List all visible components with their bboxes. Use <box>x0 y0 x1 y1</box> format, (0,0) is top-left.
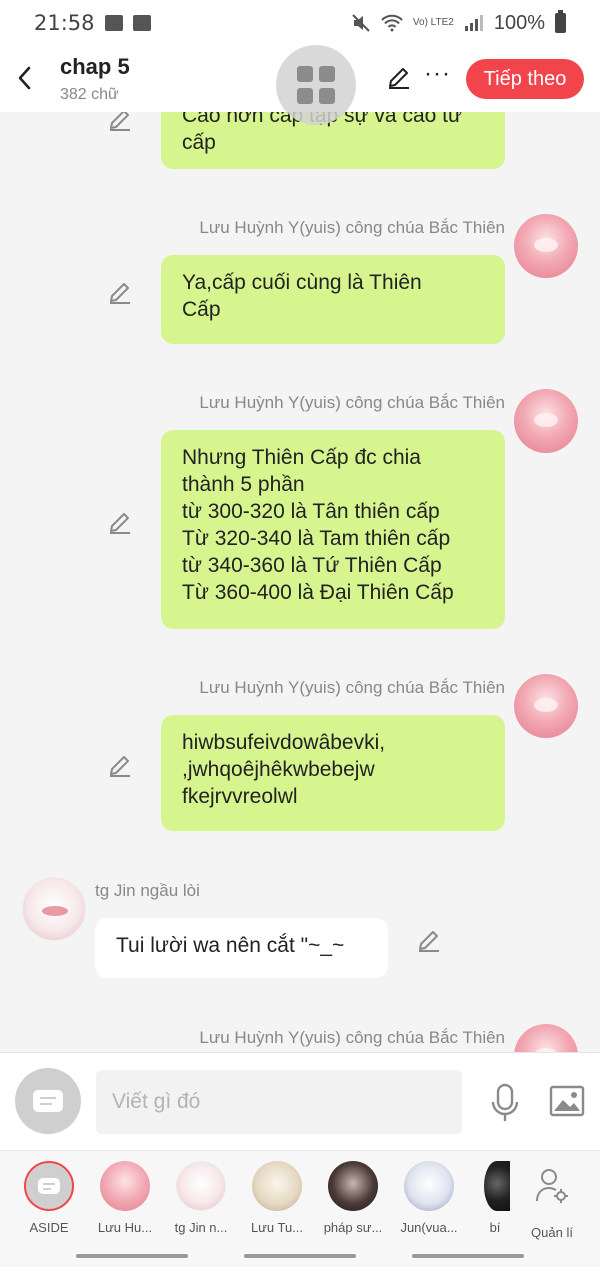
character-item[interactable]: Jun(vua... <box>391 1161 467 1235</box>
microphone-icon[interactable] <box>488 1083 522 1123</box>
avatar <box>328 1161 378 1211</box>
avatar <box>100 1161 150 1211</box>
message-input-bar <box>0 1052 600 1150</box>
character-name: Lưu Hu... <box>97 1220 153 1235</box>
signal-icon <box>464 15 483 31</box>
character-item[interactable]: tg Jin n... <box>163 1161 239 1235</box>
avatar <box>484 1161 510 1211</box>
character-item[interactable]: pháp sư... <box>315 1161 391 1235</box>
image-icon[interactable] <box>549 1085 585 1117</box>
avatar <box>404 1161 454 1211</box>
avatar <box>176 1161 226 1211</box>
character-name: ASIDE <box>29 1220 69 1235</box>
wifi-icon <box>381 14 403 32</box>
character-name: Lưu Tu... <box>250 1220 304 1235</box>
more-options-button[interactable]: ··· <box>424 60 451 88</box>
message-bubble[interactable]: Tui lười wa nên cắt "~_~ <box>95 918 388 978</box>
back-button[interactable] <box>10 60 38 96</box>
message-sender: Lưu Huỳnh Y(yuis) công chúa Bắc Thiên <box>199 678 505 697</box>
nav-pill[interactable] <box>244 1254 356 1258</box>
chevron-left-icon <box>18 66 31 90</box>
edit-message-icon[interactable] <box>107 752 133 778</box>
character-name: pháp sư... <box>323 1220 383 1235</box>
avatar[interactable] <box>514 214 578 278</box>
character-tray: ASIDE Lưu Hu... tg Jin n... Lưu Tu... ph… <box>0 1150 600 1246</box>
aside-toggle-button[interactable] <box>15 1068 81 1134</box>
grid-icon <box>297 66 335 104</box>
avatar[interactable] <box>514 1024 578 1052</box>
message-icon <box>33 1090 63 1112</box>
character-item[interactable]: Lưu Hu... <box>87 1161 163 1235</box>
avatar[interactable] <box>514 674 578 738</box>
message-input[interactable] <box>96 1070 462 1134</box>
check-notification-icon <box>132 15 151 31</box>
status-bar: 21:58 Vo) LTE2 100% <box>0 0 600 46</box>
user-settings-icon <box>536 1169 568 1203</box>
system-nav-bar <box>0 1246 600 1267</box>
message-sender: Lưu Huỳnh Y(yuis) công chúa Bắc Thiên <box>199 1028 505 1047</box>
gallery-notification-icon <box>104 15 123 31</box>
battery-percent: 100% <box>493 11 545 34</box>
edit-title-button[interactable] <box>386 64 412 90</box>
character-name: Jun(vua... <box>400 1220 458 1235</box>
aside-avatar <box>24 1161 74 1211</box>
character-item[interactable]: Lưu Tu... <box>239 1161 315 1235</box>
message-bubble[interactable]: hiwbsufeivdowâbevki, ,jwhqoêjhêkwbebejw … <box>161 715 505 831</box>
page-title: chap 5 <box>60 54 130 79</box>
edit-message-icon[interactable] <box>416 927 442 953</box>
avatar[interactable] <box>22 877 86 941</box>
message-sender: tg Jin ngầu lòi <box>95 881 200 900</box>
nav-pill[interactable] <box>412 1254 524 1258</box>
character-aside[interactable]: ASIDE <box>11 1161 87 1235</box>
message-sender: Lưu Huỳnh Y(yuis) công chúa Bắc Thiên <box>199 218 505 237</box>
mute-icon <box>352 14 370 32</box>
edit-message-icon[interactable] <box>107 112 133 132</box>
chat-area[interactable]: Cao hơn cấp tập sự và cao tư cấp Lưu Huỳ… <box>0 112 600 1052</box>
word-count: 382 chữ <box>60 86 119 103</box>
nav-pill[interactable] <box>76 1254 188 1258</box>
next-chapter-button[interactable]: Tiếp theo <box>466 59 584 99</box>
grid-menu-button[interactable] <box>276 45 356 125</box>
edit-message-icon[interactable] <box>107 509 133 535</box>
character-name: Quản lí <box>531 1225 573 1240</box>
avatar <box>252 1161 302 1211</box>
message-sender: Lưu Huỳnh Y(yuis) công chúa Bắc Thiên <box>199 393 505 412</box>
manage-characters-button[interactable]: Quản lí <box>514 1161 590 1240</box>
character-name: tg Jin n... <box>174 1220 228 1235</box>
status-time: 21:58 <box>34 11 95 35</box>
battery-icon <box>555 10 566 33</box>
message-bubble[interactable]: Ya,cấp cuối cùng là Thiên Cấp <box>161 255 505 344</box>
avatar[interactable] <box>514 389 578 453</box>
message-icon <box>38 1178 60 1194</box>
network-label: Vo) LTE2 <box>412 17 454 28</box>
message-bubble[interactable]: Nhưng Thiên Cấp đc chia thành 5 phần từ … <box>161 430 505 629</box>
edit-message-icon[interactable] <box>107 279 133 305</box>
